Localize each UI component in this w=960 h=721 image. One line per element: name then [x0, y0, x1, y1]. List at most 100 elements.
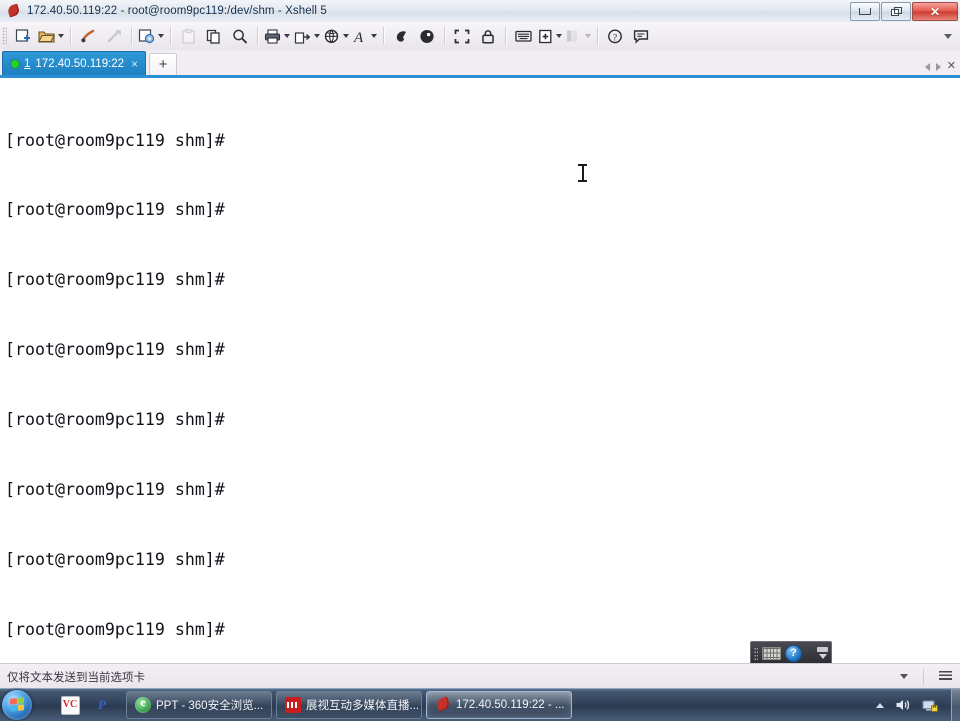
show-hidden-icons-button[interactable] — [876, 702, 884, 708]
feedback-icon[interactable] — [628, 24, 654, 48]
toolbar-separator — [257, 27, 258, 45]
task-ppt-browser[interactable]: PPT - 360安全浏览... — [126, 691, 272, 719]
svg-text:?: ? — [613, 32, 617, 43]
new-tab-button[interactable]: + — [149, 53, 178, 75]
network-icon[interactable] — [922, 698, 939, 713]
terminal-line: [root@room9pc119 shm]# — [5, 200, 225, 220]
tab-list-close-icon[interactable]: ✕ — [947, 61, 956, 72]
tab-index: 1 — [24, 57, 31, 70]
connection-status-dot — [11, 59, 19, 68]
task-label: 172.40.50.119:22 - ... — [456, 699, 565, 711]
tab-navigation: ✕ — [924, 61, 956, 72]
transfer-file-icon[interactable] — [292, 24, 322, 48]
close-icon: ✕ — [929, 4, 941, 19]
chevron-down-icon[interactable] — [818, 654, 827, 659]
maximize-button[interactable] — [881, 2, 911, 21]
title-bar: 172.40.50.119:22 - root@room9pc119:/dev/… — [0, 0, 960, 23]
floating-input-widget[interactable]: ? — [750, 641, 832, 663]
windows-taskbar: VC P PPT - 360安全浏览... 展视互动多媒体直播... 172.4… — [0, 688, 960, 721]
powerpoint-icon[interactable]: P — [92, 695, 112, 715]
svg-text:A: A — [353, 30, 364, 44]
fullscreen-icon[interactable] — [449, 24, 475, 48]
chevron-down-icon[interactable] — [158, 34, 164, 38]
terminal-output: [root@room9pc119 shm]# [root@room9pc119 … — [5, 82, 435, 663]
task-xshell[interactable]: 172.40.50.119:22 - ... — [426, 691, 572, 719]
status-message: 仅将文本发送到当前选项卡 — [7, 671, 145, 684]
lock-icon[interactable] — [475, 24, 501, 48]
print-icon[interactable] — [262, 24, 292, 48]
chevron-down-icon[interactable] — [556, 34, 562, 38]
virtual-keyboard-icon[interactable] — [762, 646, 781, 660]
toolbar-separator — [597, 27, 598, 45]
toolbar-separator — [383, 27, 384, 45]
toolbar-separator — [70, 27, 71, 45]
terminal-line: [root@room9pc119 shm]# — [5, 270, 225, 290]
toolbar-separator — [444, 27, 445, 45]
layout-icon[interactable] — [564, 24, 593, 48]
paste-clipboard-icon[interactable] — [175, 24, 201, 48]
toolbar-separator — [505, 27, 506, 45]
start-button[interactable] — [2, 690, 32, 720]
quick-launch-label: VC — [60, 695, 80, 715]
compose-icon[interactable] — [414, 24, 440, 48]
tab-prev-icon[interactable] — [924, 62, 930, 71]
chevron-down-icon[interactable] — [371, 34, 377, 38]
terminal-screen[interactable]: [root@room9pc119 shm]# [root@room9pc119 … — [0, 78, 960, 663]
close-button[interactable]: ✕ — [912, 2, 958, 21]
visual-c-icon[interactable]: VC — [60, 695, 80, 715]
copy-icon[interactable] — [201, 24, 227, 48]
main-toolbar: A ? — [0, 22, 960, 51]
show-desktop-button[interactable] — [951, 689, 960, 721]
widget-bar-icon — [817, 647, 828, 652]
help-icon[interactable]: ? — [785, 644, 802, 662]
toolbar-separator — [170, 27, 171, 45]
taskbar-buttons: PPT - 360安全浏览... 展视互动多媒体直播... 172.40.50.… — [126, 691, 572, 719]
status-separator — [923, 668, 924, 685]
chevron-down-icon[interactable] — [343, 34, 349, 38]
toolbar-overflow-button[interactable] — [944, 33, 952, 39]
text-ibeam-cursor — [578, 164, 587, 182]
xshell-leaf-icon — [435, 696, 451, 713]
status-dropdown-icon[interactable] — [900, 674, 908, 679]
system-tray — [876, 698, 949, 713]
open-folder-icon[interactable] — [36, 24, 66, 48]
tab-label: 172.40.50.119:22 — [35, 57, 125, 70]
terminal-line: [root@room9pc119 shm]# — [5, 619, 225, 639]
connect-icon[interactable] — [75, 24, 101, 48]
new-session-icon[interactable] — [10, 24, 36, 48]
task-live-media[interactable]: 展视互动多媒体直播... — [276, 691, 422, 719]
ie-browser-icon — [135, 695, 151, 713]
chevron-down-icon[interactable] — [314, 34, 320, 38]
widget-drag-handle[interactable] — [754, 646, 758, 660]
media-live-icon — [285, 697, 301, 713]
terminal-line: [root@room9pc119 shm]# — [5, 340, 225, 360]
tab-next-icon[interactable] — [935, 62, 941, 71]
globe-icon[interactable] — [322, 24, 351, 48]
hamburger-icon[interactable] — [939, 671, 952, 682]
terminal-line: [root@room9pc119 shm]# — [5, 130, 225, 150]
quick-launch-label: P — [98, 697, 106, 712]
volume-icon[interactable] — [895, 698, 911, 712]
tab-session-1[interactable]: 1 172.40.50.119:22 × — [2, 51, 147, 75]
keyboard-icon[interactable] — [510, 24, 536, 48]
minimize-button[interactable] — [850, 2, 880, 21]
chevron-down-icon[interactable] — [585, 34, 591, 38]
font-icon[interactable]: A — [351, 24, 379, 48]
tab-close-icon[interactable]: × — [131, 58, 138, 70]
log-icon[interactable] — [388, 24, 414, 48]
window-controls: ✕ — [850, 2, 958, 21]
help-icon[interactable]: ? — [602, 24, 628, 48]
disconnect-icon[interactable] — [101, 24, 127, 48]
properties-icon[interactable] — [136, 24, 166, 48]
widget-menu[interactable] — [817, 647, 828, 659]
windows-logo-icon — [10, 697, 24, 712]
chevron-down-icon[interactable] — [284, 34, 290, 38]
add-note-icon[interactable] — [536, 24, 564, 48]
task-label: PPT - 360安全浏览... — [156, 700, 264, 712]
find-icon[interactable] — [227, 24, 253, 48]
status-bar: 仅将文本发送到当前选项卡 — [0, 663, 960, 689]
window-title: 172.40.50.119:22 - root@room9pc119:/dev/… — [27, 5, 327, 17]
chevron-down-icon[interactable] — [58, 34, 64, 38]
toolbar-grip[interactable] — [2, 27, 7, 45]
toolbar-separator — [131, 27, 132, 45]
